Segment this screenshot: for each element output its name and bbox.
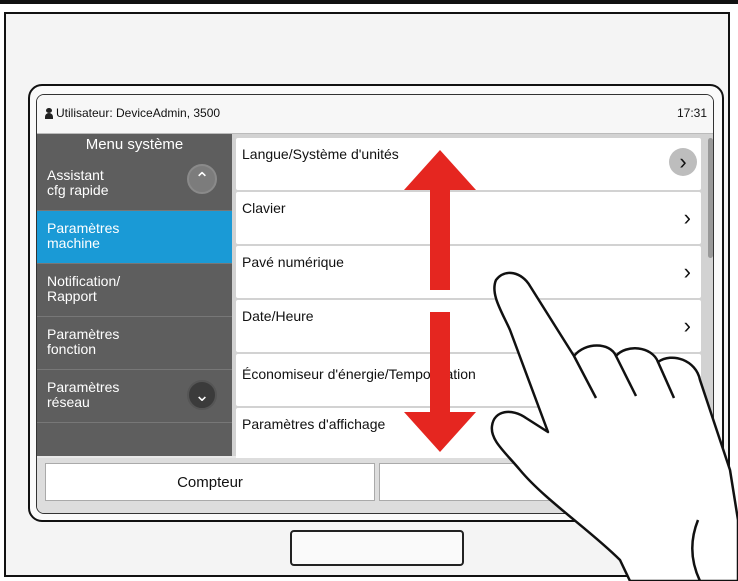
sidebar-item-label: Paramètres réseau bbox=[47, 379, 120, 410]
sidebar-item-label: Paramètres fonction bbox=[47, 326, 120, 357]
chevron-down-icon[interactable]: ⌄ bbox=[187, 380, 217, 410]
touch-screen: Utilisateur: DeviceAdmin, 3500 17:31 Men… bbox=[36, 94, 714, 514]
list-item-label: Paramètres d'affichage bbox=[242, 416, 386, 432]
sidebar-item-machine-settings[interactable]: Paramètres machine bbox=[37, 211, 232, 264]
list-item-label: Économiseur d'énergie/Temporisation bbox=[242, 366, 476, 382]
list-item-display-settings[interactable]: Paramètres d'affichage bbox=[236, 408, 701, 460]
sidebar-item-label: Paramètres machine bbox=[47, 220, 120, 251]
list-item-date-time[interactable]: Date/Heure › bbox=[236, 300, 701, 352]
bottom-bar: Compteur ⌃ bbox=[37, 458, 713, 513]
chevron-up-icon[interactable]: ⌃ bbox=[187, 164, 217, 194]
sidebar-item-label: Assistant cfg rapide bbox=[47, 167, 109, 198]
status-bar: Utilisateur: DeviceAdmin, 3500 17:31 bbox=[37, 95, 713, 134]
list-item-label: Langue/Système d'unités bbox=[242, 146, 399, 162]
counter-button[interactable]: Compteur bbox=[45, 463, 375, 501]
list-item-label: Clavier bbox=[242, 200, 286, 216]
clock: 17:31 bbox=[676, 106, 707, 120]
list-item-energy-saver[interactable]: Économiseur d'énergie/Temporisation bbox=[236, 354, 701, 406]
sidebar-title: Menu système bbox=[85, 136, 184, 153]
sidebar-item-assistant[interactable]: Assistant cfg rapide ⌃ bbox=[37, 158, 232, 211]
user-icon bbox=[45, 107, 53, 119]
chevron-right-icon: › bbox=[683, 313, 691, 338]
user-info: Utilisateur: DeviceAdmin, 3500 bbox=[45, 106, 220, 120]
list-item-label: Pavé numérique bbox=[242, 254, 344, 270]
sidebar-item-label: Notification/ Rapport bbox=[47, 273, 121, 304]
list-item-label: Date/Heure bbox=[242, 308, 314, 324]
counter-label: Compteur bbox=[177, 473, 243, 491]
list-item-numpad[interactable]: Pavé numérique › bbox=[236, 246, 701, 298]
double-chevron-up-icon: ⌃ bbox=[536, 469, 562, 494]
system-menu-sidebar: Menu système Assistant cfg rapide ⌃ Para… bbox=[37, 134, 232, 456]
sidebar-item-network-settings[interactable]: Paramètres réseau ⌄ bbox=[37, 370, 232, 423]
double-chevron-up-button[interactable]: ⌃ bbox=[379, 463, 679, 501]
sidebar-item-notification-report[interactable]: Notification/ Rapport bbox=[37, 264, 232, 317]
chevron-right-icon: › bbox=[669, 148, 697, 176]
chevron-right-icon: › bbox=[683, 205, 691, 230]
list-item-language[interactable]: Langue/Système d'unités › bbox=[236, 138, 701, 190]
chevron-right-icon: › bbox=[683, 259, 691, 284]
user-label: Utilisateur: DeviceAdmin, 3500 bbox=[56, 106, 221, 120]
list-scrollbar[interactable] bbox=[708, 138, 713, 258]
sidebar-item-function-settings[interactable]: Paramètres fonction bbox=[37, 317, 232, 370]
device-slot bbox=[290, 530, 464, 566]
settings-list: Langue/Système d'unités › Clavier › Pavé… bbox=[232, 134, 713, 460]
top-rule bbox=[0, 0, 738, 4]
list-item-keyboard[interactable]: Clavier › bbox=[236, 192, 701, 244]
